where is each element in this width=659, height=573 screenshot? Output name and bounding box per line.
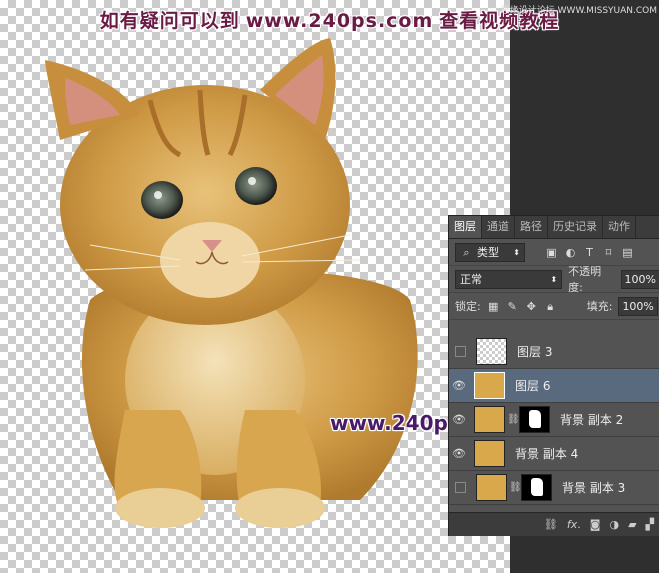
- add-mask-icon[interactable]: ◙: [590, 518, 601, 531]
- search-icon: ⌕: [463, 245, 470, 259]
- lock-transparent-icon[interactable]: ▦: [487, 300, 500, 313]
- eye-icon[interactable]: 👁︎: [449, 379, 469, 392]
- layer-name[interactable]: 背景 副本 3: [562, 479, 625, 496]
- fill-label: 填充:: [586, 300, 613, 313]
- lock-row: 锁定: ▦ ✎ ✥ 🔒︎ 填充: 100%: [449, 293, 659, 320]
- type-filter-icon[interactable]: T: [583, 246, 596, 259]
- shape-filter-icon[interactable]: ⌑: [602, 246, 615, 259]
- new-layer-icon[interactable]: ▞: [646, 518, 654, 531]
- site-mark: 思缘设计论坛 WWW.MISSYUAN.COM: [500, 6, 657, 16]
- opacity-input[interactable]: 100%: [620, 269, 659, 289]
- layer-row[interactable]: ⛓︎ 背景 副本 3: [449, 471, 659, 505]
- chevron-updown-icon: ⬍: [513, 247, 520, 257]
- tab-channels[interactable]: 通道: [482, 216, 515, 238]
- layer-row[interactable]: 👁︎ 背景 副本 4: [449, 437, 659, 471]
- banner-text-left: 如有疑问可以到: [99, 10, 240, 32]
- layer-name[interactable]: 背景 副本 4: [515, 445, 578, 462]
- layer-row[interactable]: 图层 3: [449, 335, 659, 369]
- filter-row: ⌕ 类型 ⬍ ▣ ◐ T ⌑ ▤: [449, 239, 659, 266]
- layer-thumbnail: [474, 440, 505, 467]
- panel-tabs: 图层 通道 路径 历史记录 动作: [449, 216, 659, 239]
- lock-brush-icon[interactable]: ✎: [506, 300, 519, 313]
- layer-thumbnail: [476, 338, 507, 365]
- eye-icon[interactable]: 👁︎: [449, 447, 469, 460]
- tab-paths[interactable]: 路径: [515, 216, 548, 238]
- layer-list: 图层 3 👁︎ 图层 6 👁︎ ⛓︎ 背景 副本 2 👁︎ 背景 副本 4 ⛓︎…: [449, 335, 659, 505]
- layer-name[interactable]: 背景 副本 2: [560, 411, 623, 428]
- visibility-off-toggle[interactable]: [455, 346, 466, 357]
- lock-position-icon[interactable]: ✥: [525, 300, 538, 313]
- layer-thumbnail: [476, 474, 507, 501]
- layer-name[interactable]: 图层 6: [515, 377, 550, 394]
- tab-layers[interactable]: 图层: [449, 216, 482, 238]
- lock-all-icon[interactable]: 🔒︎: [544, 300, 557, 313]
- layer-mask-thumbnail[interactable]: [521, 474, 552, 501]
- banner-url: www.240ps.com: [245, 10, 434, 32]
- layer-name[interactable]: 图层 3: [517, 343, 552, 360]
- lock-label: 锁定:: [455, 300, 481, 313]
- layers-panel: 图层 通道 路径 历史记录 动作 ⌕ 类型 ⬍ ▣ ◐ T ⌑ ▤ 正常 ⬍ 不…: [448, 215, 659, 536]
- chain-link-icon[interactable]: ⛓︎: [509, 482, 522, 493]
- layer-row[interactable]: 👁︎ ⛓︎ 背景 副本 2: [449, 403, 659, 437]
- filter-label: 类型: [477, 245, 499, 259]
- image-filter-icon[interactable]: ▣: [545, 246, 558, 259]
- filter-type-select[interactable]: ⌕ 类型 ⬍: [455, 242, 525, 262]
- blend-row: 正常 ⬍ 不透明度: 100%: [449, 265, 659, 294]
- layer-row-selected[interactable]: 👁︎ 图层 6: [449, 369, 659, 403]
- fx-icon[interactable]: fx.: [567, 518, 581, 531]
- tab-history[interactable]: 历史记录: [548, 216, 603, 238]
- panel-footer: ⛓︎ fx. ◙ ◑ ▰ ▞: [449, 512, 659, 536]
- tab-actions[interactable]: 动作: [603, 216, 636, 238]
- kitten-image: [45, 38, 418, 528]
- blend-mode-value: 正常: [460, 272, 482, 286]
- layer-thumbnail: [474, 372, 505, 399]
- chain-link-icon[interactable]: ⛓︎: [507, 414, 520, 425]
- adjustment-layer-icon[interactable]: ◑: [609, 518, 619, 531]
- link-layers-icon[interactable]: ⛓︎: [544, 518, 558, 531]
- visibility-off-toggle[interactable]: [455, 482, 466, 493]
- layer-mask-thumbnail[interactable]: [519, 406, 550, 433]
- chevron-down-icon: ⬍: [550, 274, 558, 284]
- opacity-label: 不透明度:: [568, 265, 602, 294]
- adjustment-filter-icon[interactable]: ◐: [564, 246, 577, 259]
- blend-mode-select[interactable]: 正常 ⬍: [455, 269, 563, 289]
- fill-input[interactable]: 100%: [618, 296, 658, 316]
- smart-object-filter-icon[interactable]: ▤: [621, 246, 634, 259]
- new-group-icon[interactable]: ▰: [628, 518, 636, 531]
- eye-icon[interactable]: 👁︎: [449, 413, 469, 426]
- layer-thumbnail: [474, 406, 505, 433]
